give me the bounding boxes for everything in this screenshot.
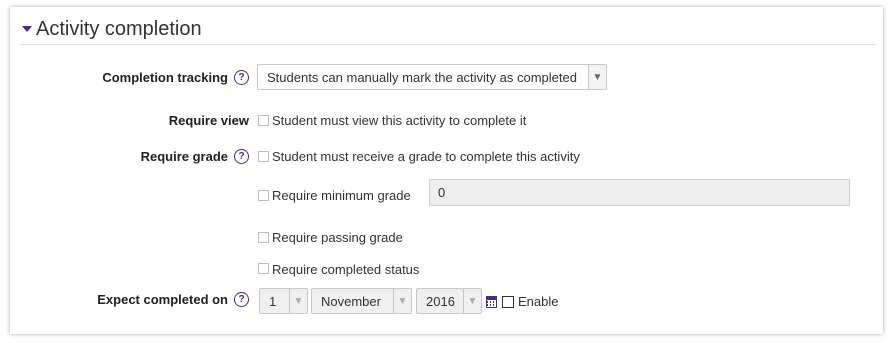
completion-tracking-label: Completion tracking	[102, 70, 228, 85]
require-grade-checkbox[interactable]	[258, 151, 269, 162]
caret-down-icon[interactable]	[22, 26, 32, 32]
expect-completed-label: Expect completed on	[97, 292, 228, 307]
chevron-down-icon: ▼	[393, 289, 411, 313]
completion-tracking-value: Students can manually mark the activity …	[267, 69, 577, 85]
month-value: November	[321, 293, 381, 309]
minimum-grade-input[interactable]: 0	[429, 179, 850, 206]
day-value: 1	[269, 293, 277, 309]
year-select[interactable]: 2016 ▼	[416, 288, 482, 314]
month-select[interactable]: November ▼	[311, 288, 412, 314]
day-select[interactable]: 1 ▼	[259, 288, 308, 314]
section-header[interactable]: Activity completion	[20, 14, 202, 44]
completed-status-checkbox-label: Require completed status	[272, 262, 420, 277]
section-divider	[20, 44, 876, 45]
require-view-label: Require view	[168, 113, 249, 128]
passing-grade-checkbox-label: Require passing grade	[272, 230, 403, 245]
completed-status-checkbox[interactable]	[258, 263, 269, 274]
minimum-grade-checkbox[interactable]	[258, 190, 269, 201]
require-view-label-group: Require view	[169, 113, 249, 128]
enable-checkbox-label: Enable	[518, 294, 559, 309]
completion-tracking-label-group: Completion tracking ?	[102, 70, 249, 85]
help-icon[interactable]: ?	[234, 149, 249, 164]
enable-checkbox[interactable]	[502, 296, 514, 308]
minimum-grade-value: 0	[438, 185, 446, 200]
require-grade-label-group: Require grade ?	[141, 149, 249, 164]
chevron-down-icon: ▼	[588, 65, 606, 89]
help-icon[interactable]: ?	[234, 70, 249, 85]
passing-grade-checkbox[interactable]	[258, 232, 269, 243]
section-title: Activity completion	[36, 17, 202, 40]
chevron-down-icon: ▼	[289, 289, 307, 313]
activity-completion-panel: Activity completion Completion tracking …	[10, 7, 883, 334]
expect-completed-label-group: Expect completed on ?	[97, 292, 249, 307]
year-value: 2016	[426, 293, 455, 309]
require-grade-label: Require grade	[140, 149, 228, 164]
require-view-checkbox-label: Student must view this activity to compl…	[272, 113, 527, 128]
require-grade-checkbox-label: Student must receive a grade to complete…	[272, 149, 580, 164]
completion-tracking-select[interactable]: Students can manually mark the activity …	[257, 64, 607, 90]
calendar-icon[interactable]	[486, 296, 497, 308]
minimum-grade-checkbox-label: Require minimum grade	[272, 188, 411, 203]
require-view-checkbox[interactable]	[258, 115, 269, 126]
help-icon[interactable]: ?	[234, 292, 249, 307]
chevron-down-icon: ▼	[463, 289, 481, 313]
